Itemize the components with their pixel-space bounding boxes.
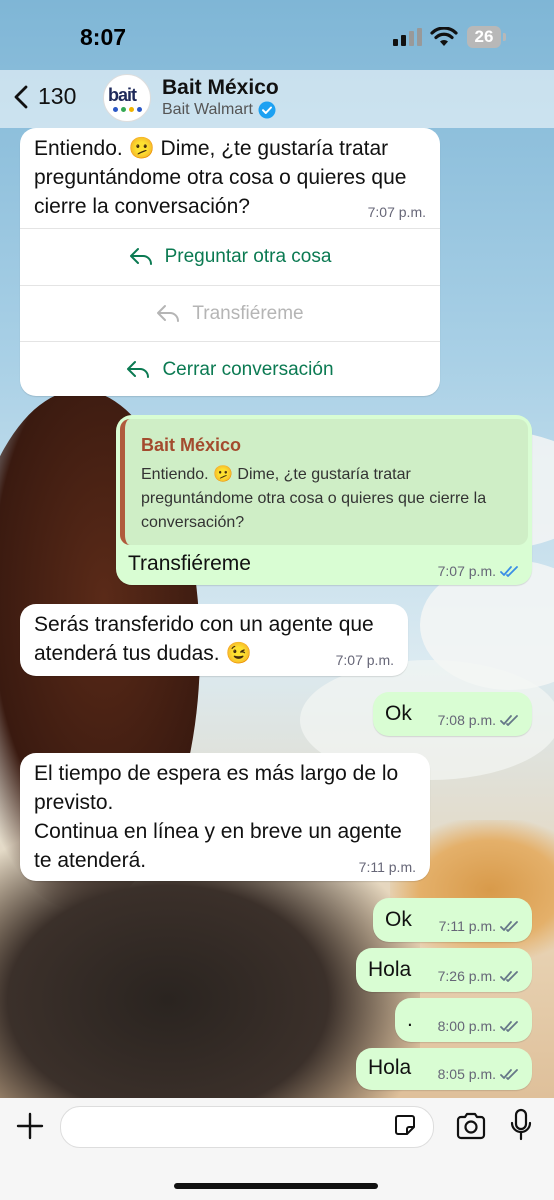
double-check-icon: [500, 971, 518, 982]
reply-arrow-icon: [129, 248, 152, 265]
message-text: Hola: [368, 1056, 412, 1079]
message-time: 8:00 p.m.: [437, 1018, 496, 1034]
unread-count: 130: [38, 83, 77, 109]
message-time-row: 7:08 p.m.: [438, 712, 520, 728]
message-time: 7:07 p.m.: [437, 563, 496, 579]
reply-button-transfer[interactable]: Transfiéreme: [20, 285, 440, 342]
message-bubble-incoming: Serás transferido con un agente que aten…: [20, 604, 408, 676]
reply-button-label: Transfiéreme: [192, 303, 304, 324]
back-button[interactable]: 130: [14, 83, 76, 110]
contact-name[interactable]: Bait México: [162, 76, 279, 100]
bait-logo: bait: [108, 85, 137, 105]
message-line: El tiempo de espera es más largo de lo p…: [34, 762, 399, 814]
message-bubble-incoming: Entiendo. 🫤 Dime, ¿te gustaría tratar pr…: [20, 128, 440, 396]
plus-icon[interactable]: [14, 1110, 46, 1142]
reply-button-close-conversation[interactable]: Cerrar conversación: [20, 341, 440, 398]
quoted-message[interactable]: Bait México Entiendo. 🫤 Dime, ¿te gustar…: [120, 419, 528, 545]
message-text: Ok: [385, 702, 412, 725]
message-time: 7:11 p.m.: [438, 918, 496, 934]
message-text: Transfiéreme: [128, 552, 251, 575]
message-time: 7:26 p.m.: [437, 968, 496, 984]
microphone-icon[interactable]: [510, 1108, 532, 1142]
double-check-icon: [500, 1021, 518, 1032]
message-time: 7:11 p.m.: [358, 859, 416, 875]
status-time: 8:07: [80, 24, 127, 50]
message-bubble-outgoing: Bait México Entiendo. 🫤 Dime, ¿te gustar…: [116, 415, 532, 585]
chat-header: 130 bait Bait México Bait Walmart: [0, 70, 554, 128]
message-text: El tiempo de espera es más largo de lo p…: [34, 759, 418, 875]
double-check-read-icon: [500, 566, 518, 577]
quoted-text: Entiendo. 🫤 Dime, ¿te gustaría tratar pr…: [141, 466, 487, 531]
message-bubble-outgoing: Ok 7:08 p.m.: [373, 692, 532, 736]
message-time-row: 8:00 p.m.: [438, 1018, 520, 1034]
wifi-icon: [430, 27, 458, 46]
reply-button-ask-other[interactable]: Preguntar otra cosa: [20, 228, 440, 285]
home-indicator[interactable]: [174, 1183, 378, 1189]
verified-badge-icon: [258, 101, 276, 119]
reply-button-label: Cerrar conversación: [162, 359, 334, 380]
avatar[interactable]: bait: [103, 74, 151, 122]
double-check-icon: [500, 1069, 518, 1080]
camera-icon[interactable]: [455, 1112, 487, 1140]
message-input[interactable]: [60, 1106, 434, 1148]
message-text: Hola: [368, 958, 412, 981]
message-time-row: 7:11 p.m.: [439, 918, 520, 934]
message-time: 7:07 p.m.: [335, 652, 394, 668]
message-time: 8:05 p.m.: [437, 1066, 496, 1082]
message-bubble-incoming: El tiempo de espera es más largo de lo p…: [20, 753, 430, 881]
sticker-icon[interactable]: [394, 1114, 416, 1136]
chevron-left-icon: [14, 85, 28, 108]
message-text: .: [407, 1008, 413, 1031]
business-name: Bait Walmart: [162, 101, 253, 118]
contact-subtitle[interactable]: Bait Walmart: [162, 101, 276, 119]
reply-arrow-icon: [157, 305, 180, 322]
status-bar: 8:07 26: [0, 0, 554, 70]
message-time-row: 7:26 p.m.: [438, 968, 520, 984]
battery-indicator: 26: [467, 26, 506, 48]
reply-button-label: Preguntar otra cosa: [164, 246, 332, 267]
message-text: Ok: [385, 908, 412, 931]
cellular-signal-icon: [393, 28, 423, 46]
message-bubble-outgoing: Hola 8:05 p.m.: [356, 1048, 532, 1090]
message-time: 7:07 p.m.: [367, 204, 426, 220]
double-check-icon: [500, 715, 518, 726]
logo-dots: [113, 107, 142, 112]
message-time: 7:08 p.m.: [437, 712, 496, 728]
message-bubble-outgoing: Hola 7:26 p.m.: [356, 948, 532, 992]
message-bubble-outgoing: Ok 7:11 p.m.: [373, 898, 532, 942]
message-time-row: 8:05 p.m.: [438, 1066, 520, 1082]
double-check-icon: [500, 921, 518, 932]
reply-arrow-icon: [127, 361, 150, 378]
message-time-row: 7:07 p.m.: [438, 563, 520, 579]
message-bubble-outgoing: . 8:00 p.m.: [395, 998, 532, 1042]
quoted-author: Bait México: [141, 435, 242, 455]
